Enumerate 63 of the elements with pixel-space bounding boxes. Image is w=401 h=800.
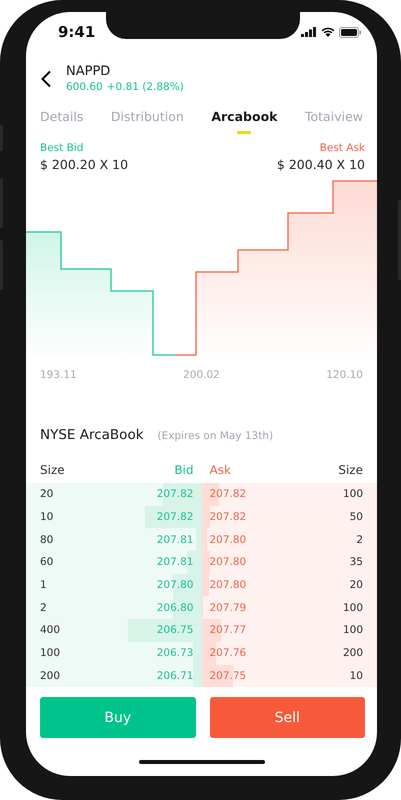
book-title: NYSE ArcaBook <box>40 427 144 443</box>
table-cell: 206.75 <box>156 624 194 636</box>
table-cell: 206.71 <box>156 670 194 682</box>
table-cell: 100 <box>342 488 363 500</box>
table-cell: 20 <box>350 579 363 592</box>
stock-symbol: NAPPD <box>66 64 112 79</box>
table-cell: 207.80 <box>210 579 246 592</box>
table-cell: 80 <box>40 534 54 546</box>
status-time: 9:41 <box>58 23 96 41</box>
column-header: Ask <box>208 463 232 477</box>
best-ask-value: $ 200.40 X 10 <box>276 157 365 172</box>
table-cell: 207.81 <box>156 534 194 546</box>
table-cell: 10 <box>40 511 54 524</box>
buy-button[interactable]: Buy <box>40 697 196 738</box>
table-cell: 206.73 <box>156 647 194 660</box>
table-cell: 2 <box>356 534 363 546</box>
price-change: +0.81 (2.88%) <box>106 81 184 93</box>
table-cell: 207.82 <box>156 511 194 524</box>
table-cell: 207.76 <box>210 647 246 660</box>
table-cell: 207.82 <box>210 511 246 524</box>
table-cell: 207.80 <box>156 579 194 592</box>
table-cell: 100 <box>342 624 363 636</box>
tab[interactable]: Distribution <box>110 109 184 134</box>
axis-label: 120.10 <box>326 369 363 381</box>
table-cell: 207.75 <box>210 670 246 682</box>
column-header: Size <box>337 463 363 477</box>
table-cell: 207.80 <box>210 556 246 568</box>
tab[interactable]: Details <box>40 109 84 134</box>
table-cell: 207.81 <box>156 556 194 568</box>
signal-icon <box>301 27 317 37</box>
table-cell: 206.80 <box>156 602 194 614</box>
sell-button[interactable]: Sell <box>210 697 365 738</box>
table-cell: 60 <box>40 556 54 568</box>
table-cell: 20 <box>40 488 54 500</box>
tab[interactable]: Arcabook <box>211 109 278 134</box>
table-cell: 1 <box>40 579 47 592</box>
table-cell: 100 <box>40 647 60 660</box>
table-cell: 100 <box>342 602 363 614</box>
table-cell: 50 <box>350 511 363 524</box>
table-cell: 2 <box>40 602 47 614</box>
column-header: Size <box>40 463 66 477</box>
table-cell: 207.77 <box>210 624 246 636</box>
best-bid-label: Best Bid <box>40 142 84 154</box>
table-cell: 200 <box>40 670 60 682</box>
best-bid-value: $ 200.20 X 10 <box>40 157 128 172</box>
table-cell: 10 <box>350 670 363 682</box>
table-cell: 207.80 <box>210 534 246 546</box>
table-cell: 200 <box>342 647 363 660</box>
book-note: (Expires on May 13th) <box>158 430 274 442</box>
table-cell: 207.82 <box>210 488 246 500</box>
table-cell: 400 <box>40 624 60 636</box>
stock-price: 600.60 <box>66 81 103 93</box>
best-ask-label: Best Ask <box>320 142 365 154</box>
column-header: Bid <box>173 463 194 477</box>
table-cell: 207.79 <box>210 602 246 614</box>
back-icon[interactable] <box>40 70 52 88</box>
tab[interactable]: Totaiview <box>305 109 363 134</box>
battery-icon <box>339 26 361 38</box>
axis-label: 200.02 <box>183 369 220 381</box>
axis-label: 193.11 <box>40 369 77 381</box>
wifi-icon <box>321 27 335 37</box>
table-cell: 207.82 <box>156 488 194 500</box>
table-cell: 35 <box>350 556 363 568</box>
